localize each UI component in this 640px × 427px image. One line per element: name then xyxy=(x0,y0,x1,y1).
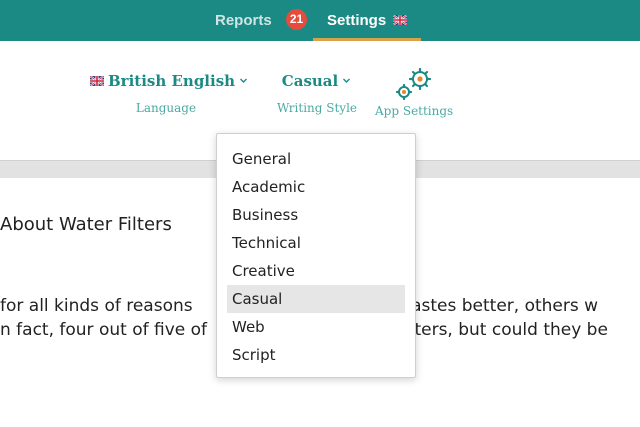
language-value-row[interactable]: British English xyxy=(90,72,248,90)
dropdown-option-academic[interactable]: Academic xyxy=(227,173,405,201)
document-text-right: it tastes better, others w xyxy=(387,296,599,316)
top-nav-bar: Reports 21 Settings xyxy=(0,0,640,41)
writing-style-selector[interactable]: Casual Writing Style xyxy=(277,72,358,115)
language-label: Language xyxy=(135,101,197,115)
uk-flag-icon xyxy=(393,15,408,25)
dropdown-option-web[interactable]: Web xyxy=(227,313,405,341)
dropdown-option-business[interactable]: Business xyxy=(227,201,405,229)
tab-reports-label: Reports xyxy=(215,12,272,29)
dropdown-option-general[interactable]: General xyxy=(227,145,405,173)
dropdown-option-creative[interactable]: Creative xyxy=(227,257,405,285)
document-text-right: ilters, but could they be xyxy=(405,320,608,340)
tab-settings-label: Settings xyxy=(327,12,387,29)
language-selector[interactable]: British English Language xyxy=(90,72,248,115)
document-title[interactable]: About Water Filters xyxy=(0,214,172,235)
writing-style-value: Casual xyxy=(281,72,339,90)
app-settings-label: App Settings xyxy=(375,104,454,118)
language-value: British English xyxy=(108,72,236,90)
reports-count-badge: 21 xyxy=(286,9,307,30)
writing-style-dropdown: General Academic Business Technical Creative… xyxy=(216,133,416,378)
chevron-down-icon xyxy=(343,77,351,84)
writing-style-label: Writing Style xyxy=(277,101,358,115)
document-text-left: for all kinds of reasons xyxy=(0,296,193,316)
dropdown-option-technical[interactable]: Technical xyxy=(227,229,405,257)
tab-reports[interactable]: Reports xyxy=(215,0,272,41)
document-text-left: n fact, four out of five of xyxy=(0,320,208,340)
tab-settings[interactable]: Settings xyxy=(313,0,421,41)
chevron-down-icon xyxy=(240,77,248,84)
app-settings-button[interactable]: App Settings xyxy=(375,66,453,118)
dropdown-option-script[interactable]: Script xyxy=(227,341,405,369)
uk-flag-icon xyxy=(90,76,104,86)
gears-icon xyxy=(395,67,432,101)
writing-style-value-row[interactable]: Casual xyxy=(277,72,355,90)
dropdown-option-casual[interactable]: Casual xyxy=(227,285,405,313)
